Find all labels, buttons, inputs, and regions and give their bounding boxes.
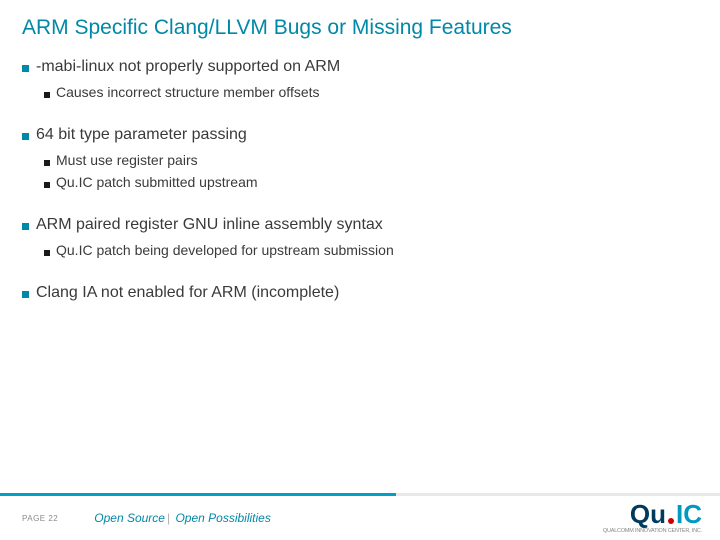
bullet-icon xyxy=(22,133,29,140)
bullet-text: 64 bit type parameter passing xyxy=(36,126,247,144)
bullet-level2: Must use register pairs xyxy=(44,152,698,168)
bullet-icon xyxy=(22,65,29,72)
bullet-level1: ARM paired register GNU inline assembly … xyxy=(22,216,698,234)
bullet-text: Must use register pairs xyxy=(56,152,198,168)
bullet-text: Clang IA not enabled for ARM (incomplete… xyxy=(36,284,339,302)
separator-icon: | xyxy=(167,511,170,525)
bullet-text: Qu.IC patch being developed for upstream… xyxy=(56,242,394,258)
bullet-text: -mabi-linux not properly supported on AR… xyxy=(36,58,340,76)
bullet-level2: Causes incorrect structure member offset… xyxy=(44,84,698,100)
bullet-group: -mabi-linux not properly supported on AR… xyxy=(22,58,698,100)
bullet-icon xyxy=(44,182,50,188)
logo-text-ic: IC xyxy=(676,499,702,530)
bullet-group: 64 bit type parameter passing Must use r… xyxy=(22,126,698,190)
bullet-text: Qu.IC patch submitted upstream xyxy=(56,174,258,190)
logo-area: Qu IC QUALCOMM INNOVATION CENTER, INC. xyxy=(603,499,702,534)
bullet-text: Causes incorrect structure member offset… xyxy=(56,84,320,100)
tagline: Open Source| Open Possibilities xyxy=(94,511,271,525)
bullet-icon xyxy=(44,92,50,98)
footer: PAGE 22 Open Source| Open Possibilities … xyxy=(0,496,720,540)
bullet-group: Clang IA not enabled for ARM (incomplete… xyxy=(22,284,698,302)
slide-title: ARM Specific Clang/LLVM Bugs or Missing … xyxy=(22,16,698,40)
logo-subtitle: QUALCOMM INNOVATION CENTER, INC. xyxy=(603,528,702,534)
bullet-level1: Clang IA not enabled for ARM (incomplete… xyxy=(22,284,698,302)
bullet-level1: 64 bit type parameter passing xyxy=(22,126,698,144)
bullet-text: ARM paired register GNU inline assembly … xyxy=(36,216,383,234)
bullet-level2: Qu.IC patch being developed for upstream… xyxy=(44,242,698,258)
logo: Qu IC xyxy=(603,499,702,530)
logo-dot-icon xyxy=(668,518,674,524)
tagline-part-b: Open Possibilities xyxy=(175,511,270,525)
bullet-group: ARM paired register GNU inline assembly … xyxy=(22,216,698,258)
tagline-part-a: Open Source xyxy=(94,511,165,525)
page-number: PAGE 22 xyxy=(22,514,58,523)
bullet-level1: -mabi-linux not properly supported on AR… xyxy=(22,58,698,76)
bullet-level2: Qu.IC patch submitted upstream xyxy=(44,174,698,190)
bullet-icon xyxy=(44,250,50,256)
bullet-icon xyxy=(22,291,29,298)
bullet-icon xyxy=(22,223,29,230)
slide: ARM Specific Clang/LLVM Bugs or Missing … xyxy=(0,0,720,540)
logo-text-q: Qu xyxy=(630,499,666,530)
bullet-icon xyxy=(44,160,50,166)
